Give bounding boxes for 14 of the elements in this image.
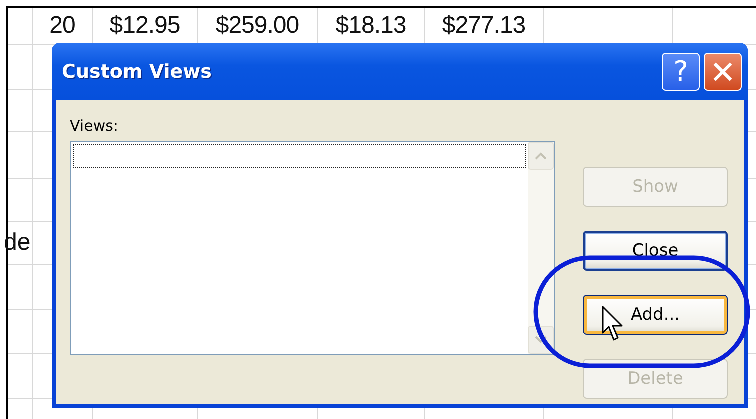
table-cell: $277.13 xyxy=(442,12,526,40)
close-button[interactable] xyxy=(704,52,742,90)
window-title: Custom Views xyxy=(62,60,212,82)
close-icon xyxy=(713,62,733,82)
views-label: Views: xyxy=(70,117,120,135)
table-cell: $12.95 xyxy=(110,12,180,40)
cursor-icon xyxy=(602,306,624,342)
chevron-up-icon xyxy=(535,152,547,160)
table-cell: $259.00 xyxy=(216,12,300,40)
chevron-down-icon xyxy=(535,336,547,344)
table-cell: $18.13 xyxy=(336,12,406,40)
help-button[interactable]: ? xyxy=(662,52,700,90)
dialog-button[interactable]: Add... xyxy=(583,295,728,335)
table-cell: 20 xyxy=(50,12,76,40)
